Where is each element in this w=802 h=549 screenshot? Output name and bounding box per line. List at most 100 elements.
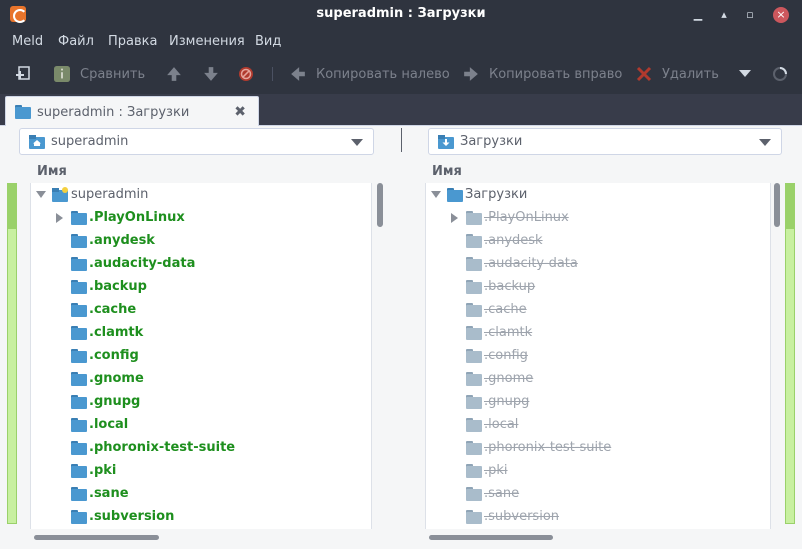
list-item[interactable]: .gnupg bbox=[466, 390, 529, 413]
list-item[interactable]: .pki bbox=[71, 459, 116, 482]
folder-icon bbox=[466, 486, 482, 501]
list-item[interactable]: .config bbox=[71, 344, 139, 367]
list-item[interactable]: .phoronix-test-suite bbox=[71, 436, 235, 459]
toolbar-separator bbox=[272, 67, 273, 81]
tree-root-row[interactable]: superadmin bbox=[36, 183, 148, 206]
menu-changes[interactable]: Изменения bbox=[169, 34, 245, 49]
expander-closed-icon[interactable] bbox=[56, 212, 63, 223]
list-item[interactable]: .cache bbox=[71, 298, 136, 321]
folder-icon bbox=[466, 348, 482, 363]
left-vertical-scrollbar[interactable] bbox=[377, 183, 383, 227]
menu-bar: Meld Файл Правка Изменения Вид bbox=[0, 30, 802, 54]
folder-icon bbox=[466, 509, 482, 524]
list-item[interactable]: .anydesk bbox=[71, 229, 155, 252]
left-horizontal-scrollbar[interactable] bbox=[34, 535, 159, 540]
folder-icon bbox=[466, 256, 482, 271]
right-file-tree[interactable]: Загрузки .PlayOnLinux .anydesk .audacity… bbox=[425, 183, 771, 529]
compare-label: Сравнить bbox=[80, 66, 146, 82]
home-folder-icon bbox=[29, 134, 45, 149]
left-file-tree[interactable]: superadmin .PlayOnLinux .anydesk .audaci… bbox=[30, 183, 372, 529]
close-tab-icon[interactable]: ✖ bbox=[234, 104, 246, 120]
list-item[interactable]: .sane bbox=[71, 482, 129, 505]
folder-icon bbox=[71, 256, 87, 271]
copy-right-button[interactable]: Копировать вправо bbox=[463, 64, 622, 84]
folder-icon bbox=[71, 417, 87, 432]
folder-icon bbox=[466, 371, 482, 386]
right-horizontal-scrollbar[interactable] bbox=[429, 535, 553, 540]
compare-button[interactable]: Сравнить bbox=[54, 64, 145, 84]
new-comparison-button[interactable] bbox=[16, 64, 42, 84]
list-item[interactable]: .gnupg bbox=[71, 390, 140, 413]
copy-left-button[interactable]: Копировать налево bbox=[290, 64, 450, 84]
right-vertical-scrollbar[interactable] bbox=[774, 183, 780, 227]
folder-icon bbox=[466, 394, 482, 409]
left-location-combo[interactable]: superadmin bbox=[19, 128, 374, 155]
arrow-right-icon bbox=[464, 67, 478, 81]
right-location-combo[interactable]: Загрузки bbox=[428, 128, 782, 155]
delete-label: Удалить bbox=[662, 66, 719, 82]
spinner-icon bbox=[773, 67, 787, 81]
list-item[interactable]: .clamtk bbox=[71, 321, 143, 344]
folder-icon bbox=[71, 325, 87, 340]
list-item[interactable]: .gnome bbox=[466, 367, 533, 390]
minimize-icon[interactable]: ▁ bbox=[690, 7, 706, 23]
list-item[interactable]: .subversion bbox=[71, 505, 174, 528]
copy-right-label: Копировать вправо bbox=[489, 66, 623, 82]
folder-icon bbox=[71, 279, 87, 294]
restore-icon[interactable]: ▴ bbox=[716, 7, 732, 23]
tab-label: superadmin : Загрузки bbox=[37, 104, 190, 120]
chevron-down-icon bbox=[351, 139, 363, 146]
folder-icon bbox=[71, 509, 87, 524]
stop-button[interactable] bbox=[238, 64, 264, 84]
next-change-button[interactable] bbox=[203, 64, 229, 84]
chevron-down-icon bbox=[739, 70, 751, 77]
folder-icon bbox=[466, 279, 482, 294]
right-location-text: Загрузки bbox=[460, 134, 523, 149]
folder-icon bbox=[15, 105, 31, 119]
right-name-column-header[interactable]: Имя bbox=[432, 164, 462, 179]
folder-icon bbox=[466, 233, 482, 248]
folder-icon bbox=[466, 302, 482, 317]
tree-root-row[interactable]: Загрузки bbox=[431, 183, 527, 206]
list-item[interactable]: .PlayOnLinux bbox=[451, 206, 569, 229]
list-item[interactable]: .local bbox=[71, 413, 128, 436]
folder-icon bbox=[71, 394, 87, 409]
list-item[interactable]: .phoronix-test-suite bbox=[466, 436, 611, 459]
delete-icon bbox=[636, 66, 652, 82]
left-name-column-header[interactable]: Имя bbox=[37, 164, 67, 179]
info-icon bbox=[54, 66, 70, 82]
menu-file[interactable]: Файл bbox=[58, 34, 94, 49]
list-item[interactable]: .subversion bbox=[466, 505, 559, 528]
menu-view[interactable]: Вид bbox=[255, 34, 281, 49]
list-item[interactable]: .pki bbox=[466, 459, 508, 482]
expander-open-icon[interactable] bbox=[36, 191, 46, 198]
expander-closed-icon[interactable] bbox=[451, 212, 458, 223]
previous-change-button[interactable] bbox=[166, 64, 192, 84]
menu-edit[interactable]: Правка bbox=[108, 34, 157, 49]
list-item[interactable]: .cache bbox=[466, 298, 527, 321]
list-item[interactable]: .sane bbox=[466, 482, 519, 505]
list-item[interactable]: .gnome bbox=[71, 367, 144, 390]
close-window-button[interactable]: × bbox=[773, 7, 789, 23]
maximize-icon[interactable]: ▫ bbox=[742, 7, 758, 23]
delete-button[interactable]: Удалить bbox=[636, 64, 719, 84]
list-item[interactable]: .anydesk bbox=[466, 229, 543, 252]
overflow-menu-button[interactable] bbox=[739, 64, 751, 84]
list-item[interactable]: .PlayOnLinux bbox=[56, 206, 185, 229]
copy-left-label: Копировать налево bbox=[316, 66, 450, 82]
list-item[interactable]: .backup bbox=[466, 275, 535, 298]
expander-open-icon[interactable] bbox=[431, 191, 441, 198]
folder-icon bbox=[466, 210, 482, 225]
list-item[interactable]: .audacity-data bbox=[466, 252, 578, 275]
folder-icon bbox=[71, 371, 87, 386]
list-item[interactable]: .audacity-data bbox=[71, 252, 195, 275]
menu-meld[interactable]: Meld bbox=[12, 34, 43, 49]
tab-comparison[interactable]: superadmin : Загрузки ✖ bbox=[5, 96, 259, 127]
left-diff-gutter bbox=[7, 183, 17, 524]
list-item[interactable]: .config bbox=[466, 344, 528, 367]
list-item[interactable]: .backup bbox=[71, 275, 147, 298]
downloads-folder-icon bbox=[438, 134, 454, 149]
list-item[interactable]: .clamtk bbox=[466, 321, 532, 344]
list-item[interactable]: .local bbox=[466, 413, 518, 436]
arrow-down-icon bbox=[204, 67, 218, 81]
